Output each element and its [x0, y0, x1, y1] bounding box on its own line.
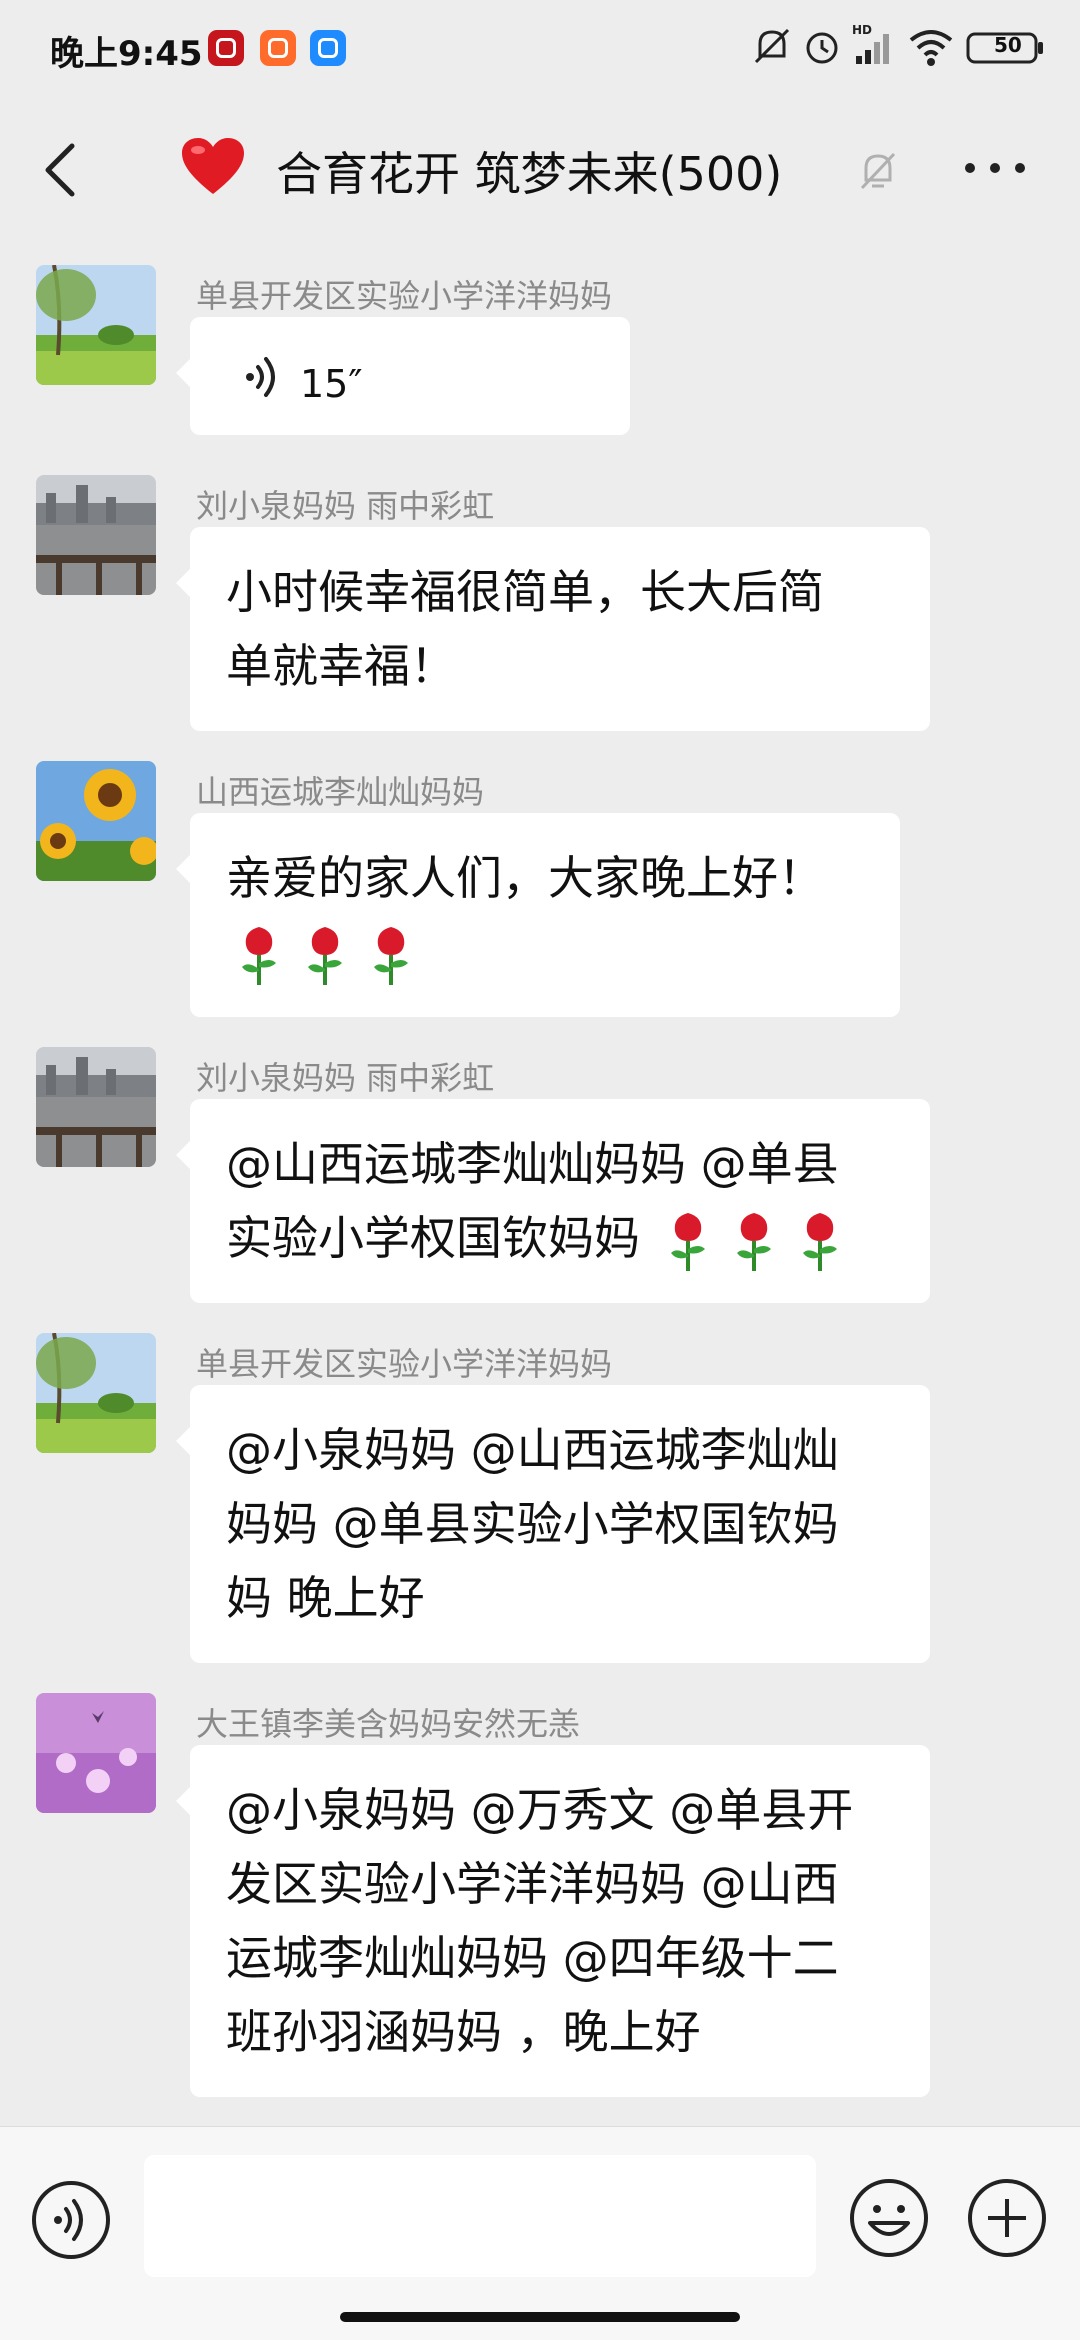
app-notification-icon [208, 30, 244, 66]
message-line: 实验小学权国钦妈妈 [226, 1211, 640, 1265]
battery-level: 50 [994, 33, 1022, 57]
voice-input-toggle-icon[interactable] [30, 2179, 112, 2261]
message-line: 运城李灿灿妈妈 @四年级十二 [226, 1931, 839, 1985]
voice-duration: 15″ [300, 362, 363, 406]
text-message-bubble[interactable]: 小时候幸福很简单，长大后简 单就幸福！ [176, 527, 930, 731]
rose-emoji-icon [242, 926, 276, 985]
rose-emoji-icon [802, 1212, 837, 1271]
avatar[interactable] [36, 1047, 156, 1167]
message-line: @小泉妈妈 @万秀文 @单县开 [226, 1783, 854, 1837]
sender-name: 单县开发区实验小学洋洋妈妈 [196, 277, 613, 315]
status-time: 晚上9:45 [50, 34, 203, 74]
text-message-bubble[interactable]: @小泉妈妈 @山西运城李灿灿 妈妈 @单县实验小学权国钦妈 妈 晚上好 [176, 1385, 930, 1663]
avatar[interactable] [36, 265, 156, 385]
wifi-icon [908, 22, 954, 72]
message-line: @小泉妈妈 @山西运城李灿灿 [226, 1423, 839, 1477]
message-line: 发区实验小学洋洋妈妈 @山西 [226, 1857, 839, 1911]
app-notification-icon [310, 30, 346, 66]
chat-title: 合育花开 筑梦未来(500) [276, 147, 783, 201]
text-message-bubble[interactable]: @山西运城李灿灿妈妈 @单县 实验小学权国钦妈妈 [176, 1099, 930, 1303]
sender-name: 刘小泉妈妈 雨中彩虹 [196, 487, 495, 525]
message-input[interactable] [144, 2155, 816, 2277]
message-line-with-emoji: 实验小学权国钦妈妈 [226, 1201, 894, 1275]
svg-text:HD: HD [852, 23, 872, 37]
back-arrow-icon[interactable] [40, 142, 80, 198]
message-line: 亲爱的家人们，大家晚上好！ [226, 851, 824, 905]
status-bar: 晚上9:45 HD 50 [0, 0, 1080, 96]
sender-name: 单县开发区实验小学洋洋妈妈 [196, 1345, 613, 1383]
alarm-icon [802, 22, 842, 72]
chat-header: 合育花开 筑梦未来(500) [0, 96, 1080, 240]
message-line: 妈 晚上好 [226, 1571, 425, 1625]
rose-emoji-icon [374, 926, 408, 985]
emoji-icon[interactable] [848, 2177, 930, 2259]
message-line: 单就幸福！ [226, 639, 456, 693]
red-heart-icon [182, 138, 244, 194]
muted-bell-icon [860, 152, 896, 190]
avatar[interactable] [36, 475, 156, 595]
plus-icon[interactable] [966, 2177, 1048, 2259]
rose-emoji-icon [736, 1212, 771, 1271]
input-bar [0, 2126, 1080, 2340]
message-line: 小时候幸福很简单，长大后简 [226, 565, 824, 619]
voice-message-bubble[interactable]: 15″ [176, 317, 630, 435]
text-message-bubble[interactable]: 亲爱的家人们，大家晚上好！ [176, 813, 900, 1017]
signal-icon: HD [852, 22, 896, 72]
avatar[interactable] [36, 761, 156, 881]
text-message-bubble[interactable]: @小泉妈妈 @万秀文 @单县开 发区实验小学洋洋妈妈 @山西 运城李灿灿妈妈 @… [176, 1745, 930, 2097]
more-options-icon[interactable] [960, 158, 1030, 178]
rose-emoji-icon [670, 1212, 705, 1271]
rose-emoji-icon [308, 926, 342, 985]
sender-name: 大王镇李美含妈妈安然无恙 [196, 1705, 581, 1743]
message-line: 妈妈 @单县实验小学权国钦妈 [226, 1497, 839, 1551]
avatar[interactable] [36, 1333, 156, 1453]
avatar[interactable] [36, 1693, 156, 1813]
sender-name: 山西运城李灿灿妈妈 [196, 773, 485, 811]
mute-notification-icon [752, 22, 792, 72]
home-indicator[interactable] [340, 2312, 740, 2322]
message-line: 班孙羽涵妈妈 ，晚上好 [226, 2005, 701, 2059]
message-line: @山西运城李灿灿妈妈 @单县 [226, 1137, 839, 1191]
app-notification-icon [260, 30, 296, 66]
rose-emoji-row [226, 915, 864, 989]
voice-playback-icon [246, 357, 275, 397]
sender-name: 刘小泉妈妈 雨中彩虹 [196, 1059, 495, 1097]
